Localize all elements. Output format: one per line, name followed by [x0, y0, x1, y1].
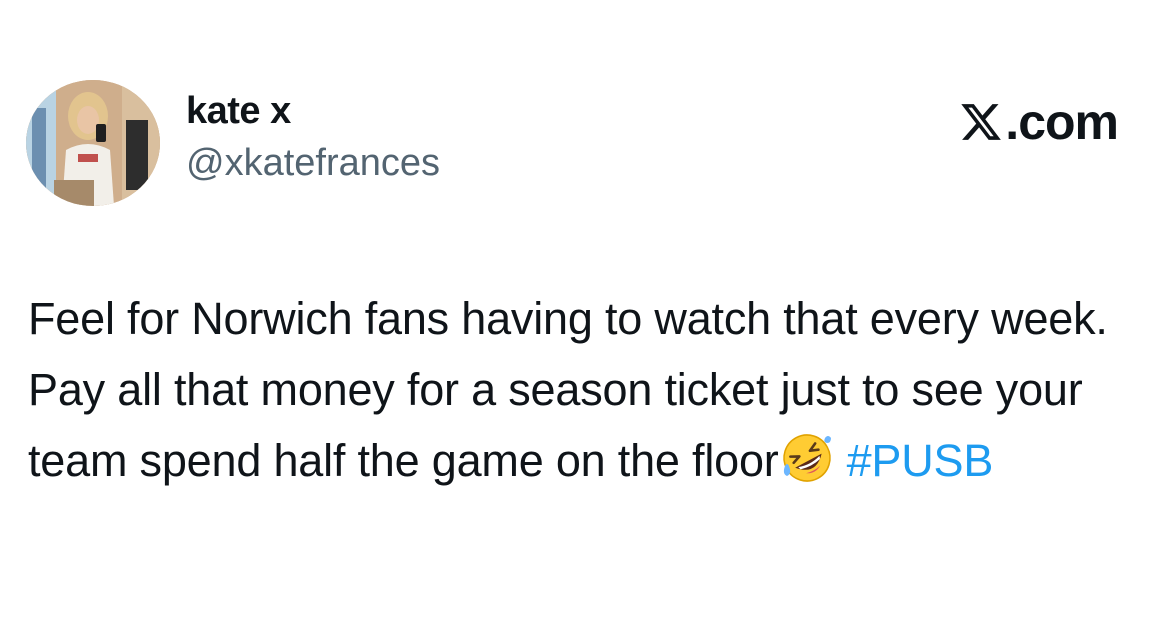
author-display-name[interactable]: kate x	[186, 88, 291, 134]
brand-watermark: .com	[959, 94, 1119, 150]
hashtag-link[interactable]: #PUSB	[847, 435, 994, 486]
rolling-on-floor-laughing-emoji-icon	[781, 432, 833, 484]
author-handle[interactable]: @xkatefrances	[186, 140, 440, 186]
x-logo-icon	[961, 104, 1002, 140]
avatar-photo	[26, 80, 160, 206]
avatar[interactable]	[26, 80, 160, 206]
tweet-text: Feel for Norwich fans having to watch th…	[28, 283, 1138, 496]
brand-domain-text: .com	[1005, 94, 1119, 150]
